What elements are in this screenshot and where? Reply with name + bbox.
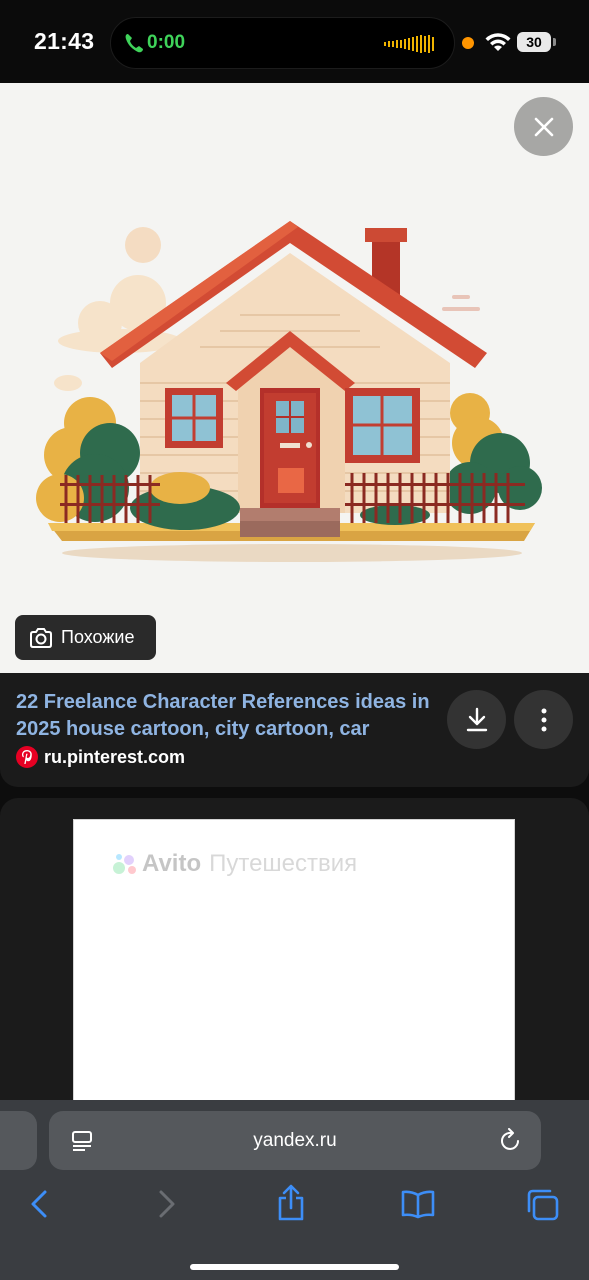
- close-button[interactable]: [514, 97, 573, 156]
- status-time: 21:43: [34, 28, 95, 54]
- similar-button[interactable]: Похожие: [15, 615, 156, 660]
- privacy-indicator: [462, 37, 474, 49]
- bookmarks-icon: [401, 1190, 435, 1219]
- more-vertical-icon: [541, 708, 546, 731]
- tabs-icon: [527, 1189, 559, 1221]
- avito-suffix: Путешествия: [209, 850, 358, 877]
- home-indicator[interactable]: [190, 1264, 399, 1270]
- avito-dots-icon: [113, 854, 136, 874]
- forward-icon: [159, 1190, 175, 1218]
- share-button[interactable]: [276, 1184, 306, 1227]
- tabs-button[interactable]: [526, 1189, 560, 1226]
- battery-tip: [553, 38, 556, 46]
- more-options-button[interactable]: [514, 690, 573, 749]
- url-text: yandex.ru: [253, 1130, 337, 1151]
- similar-label: Похожие: [61, 627, 135, 647]
- battery-icon: 30: [517, 32, 551, 52]
- house-illustration: [36, 221, 542, 562]
- address-bar[interactable]: yandex.ru: [49, 1111, 541, 1170]
- status-bar: 21:43 0:00 30: [0, 0, 589, 83]
- result-title-link[interactable]: 22 Freelance Character References ideas …: [16, 689, 436, 743]
- next-result-card[interactable]: Avito Путешествия: [0, 798, 589, 1119]
- browser-toolbar: yandex.ru: [0, 1100, 589, 1280]
- share-icon: [278, 1184, 304, 1221]
- avito-wordmark: Avito: [142, 850, 202, 877]
- sound-wave-icon: [384, 34, 436, 59]
- pinterest-icon: [16, 746, 38, 768]
- avito-logo: Avito Путешествия: [112, 850, 357, 878]
- reload-icon[interactable]: [499, 1128, 523, 1159]
- source-domain: ru.pinterest.com: [44, 746, 186, 767]
- download-button[interactable]: [447, 690, 506, 749]
- close-icon: [534, 117, 553, 136]
- image-viewer[interactable]: Похожие: [0, 83, 589, 673]
- download-icon: [466, 707, 487, 731]
- forward-button[interactable]: [154, 1189, 180, 1224]
- source-link[interactable]: ru.pinterest.com: [16, 746, 185, 768]
- next-result-image[interactable]: Avito Путешествия: [73, 819, 515, 1119]
- call-timer: 0:00: [147, 32, 186, 53]
- camera-search-icon: [30, 627, 52, 648]
- back-button[interactable]: [26, 1189, 52, 1224]
- result-info-card: 22 Freelance Character References ideas …: [0, 673, 589, 787]
- back-icon: [31, 1190, 47, 1218]
- phone-icon: [124, 32, 144, 59]
- dynamic-island[interactable]: 0:00: [110, 17, 455, 69]
- bookmarks-button[interactable]: [400, 1189, 436, 1224]
- wifi-icon: [484, 31, 512, 58]
- previous-tab-peek[interactable]: [0, 1111, 37, 1170]
